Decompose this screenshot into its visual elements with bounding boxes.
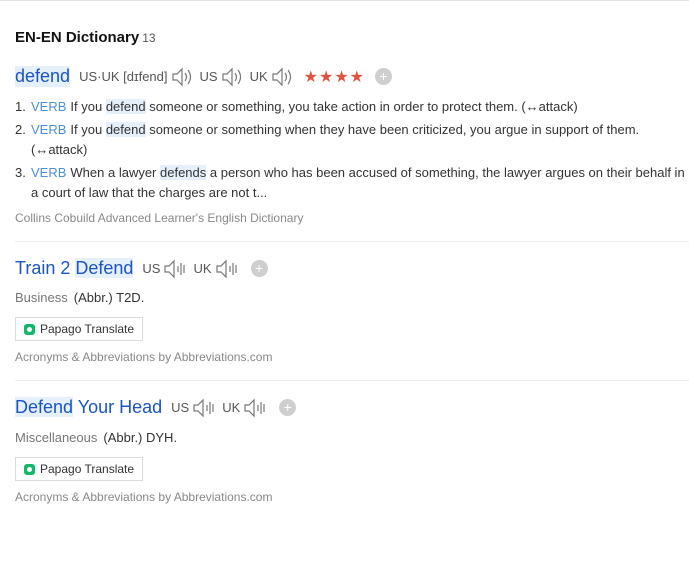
papago-translate-label: Papago Translate [40, 322, 135, 336]
entry-word-train-2-defend[interactable]: Train 2 Defend [15, 258, 134, 279]
entry-word-defend[interactable]: defend [15, 66, 71, 87]
plus-icon[interactable]: + [250, 260, 268, 277]
source-collins: Collins Cobuild Advanced Learner's Engli… [15, 211, 304, 225]
top-border [0, 0, 689, 1]
category-label: Miscellaneous [15, 430, 98, 445]
divider [15, 241, 689, 242]
entry3-meaning: Miscellaneous (Abbr.) DYH. [15, 430, 177, 445]
entry-word-part: Your Head [73, 397, 163, 417]
speaker-icon-uk[interactable] [215, 259, 239, 279]
us-label: US [199, 69, 218, 84]
definition-number: 2. [15, 122, 26, 137]
definition-text: VERB When a lawyer defends a person who h… [31, 163, 689, 203]
entry-train-2-defend-header: Train 2 Defend US UK + [15, 258, 268, 279]
speaker-icon[interactable] [171, 67, 194, 87]
definition-pre: If you [70, 122, 106, 137]
section-title-text: EN-EN Dictionary [15, 29, 140, 46]
entry2-meaning: Business (Abbr.) T2D. [15, 290, 144, 305]
plus-icon[interactable]: + [279, 399, 297, 416]
definition-item: 2. VERB If you defend someone or somethin… [15, 120, 689, 160]
entry-word-highlight: Defend [15, 397, 74, 417]
abbreviation: (Abbr.) T2D. [73, 290, 145, 305]
papago-logo-icon [24, 463, 35, 475]
definition-post: someone or something, you take action in… [145, 99, 578, 114]
section-count: 13 [142, 31, 156, 45]
uk-label: UK [249, 69, 268, 84]
papago-logo-icon [24, 323, 35, 335]
us-label: US [171, 400, 190, 415]
category-label: Business [15, 290, 68, 305]
speaker-icon-uk[interactable] [243, 398, 267, 418]
speaker-icon-us[interactable] [221, 67, 244, 87]
source-abbreviations: Acronyms & Abbreviations by Abbreviation… [15, 490, 273, 504]
papago-translate-button[interactable]: Papago Translate [15, 457, 143, 481]
highlighted-word: defends [160, 165, 207, 180]
entry-defend-header: defend US·UK [dɪfend] US UK ★★★★ + [15, 66, 393, 87]
uk-label: UK [222, 400, 241, 415]
plus-icon[interactable]: + [375, 68, 393, 85]
definition-text: VERB If you defend someone or something w… [31, 120, 689, 160]
definition-number: 1. [15, 99, 26, 114]
entry-defend-your-head-header: Defend Your Head US UK + [15, 397, 297, 418]
entry-word-highlight: Defend [75, 258, 134, 278]
section-title: EN-EN Dictionary 13 [15, 29, 156, 46]
speaker-icon-us[interactable] [192, 398, 216, 418]
papago-translate-label: Papago Translate [40, 462, 135, 476]
definition-item: 3. VERB When a lawyer defends a person wh… [15, 163, 689, 203]
uk-label: UK [193, 261, 212, 276]
part-of-speech[interactable]: VERB [31, 122, 66, 137]
speaker-icon-uk[interactable] [271, 67, 294, 87]
highlighted-word: defend [105, 122, 146, 137]
definition-list: 1. VERB If you defend someone or somethin… [15, 97, 689, 206]
divider [15, 380, 689, 381]
pronunciation: US·UK [dɪfend] [79, 69, 168, 84]
definition-text: VERB If you defend someone or something, … [31, 97, 689, 117]
abbreviation: (Abbr.) DYH. [103, 430, 178, 445]
entry-word-part: Train 2 [15, 258, 76, 278]
speaker-icon-us[interactable] [163, 259, 187, 279]
definition-number: 3. [15, 165, 26, 180]
definition-pre: When a lawyer [70, 165, 160, 180]
highlighted-word: defend [105, 99, 146, 114]
entry-word-defend-your-head[interactable]: Defend Your Head [15, 397, 162, 418]
us-label: US [142, 261, 161, 276]
rating-stars: ★★★★ [303, 68, 366, 86]
part-of-speech[interactable]: VERB [31, 165, 66, 180]
definition-pre: If you [70, 99, 106, 114]
papago-translate-button[interactable]: Papago Translate [15, 317, 143, 341]
part-of-speech[interactable]: VERB [31, 99, 66, 114]
source-abbreviations: Acronyms & Abbreviations by Abbreviation… [15, 350, 273, 364]
definition-item: 1. VERB If you defend someone or somethin… [15, 97, 689, 117]
